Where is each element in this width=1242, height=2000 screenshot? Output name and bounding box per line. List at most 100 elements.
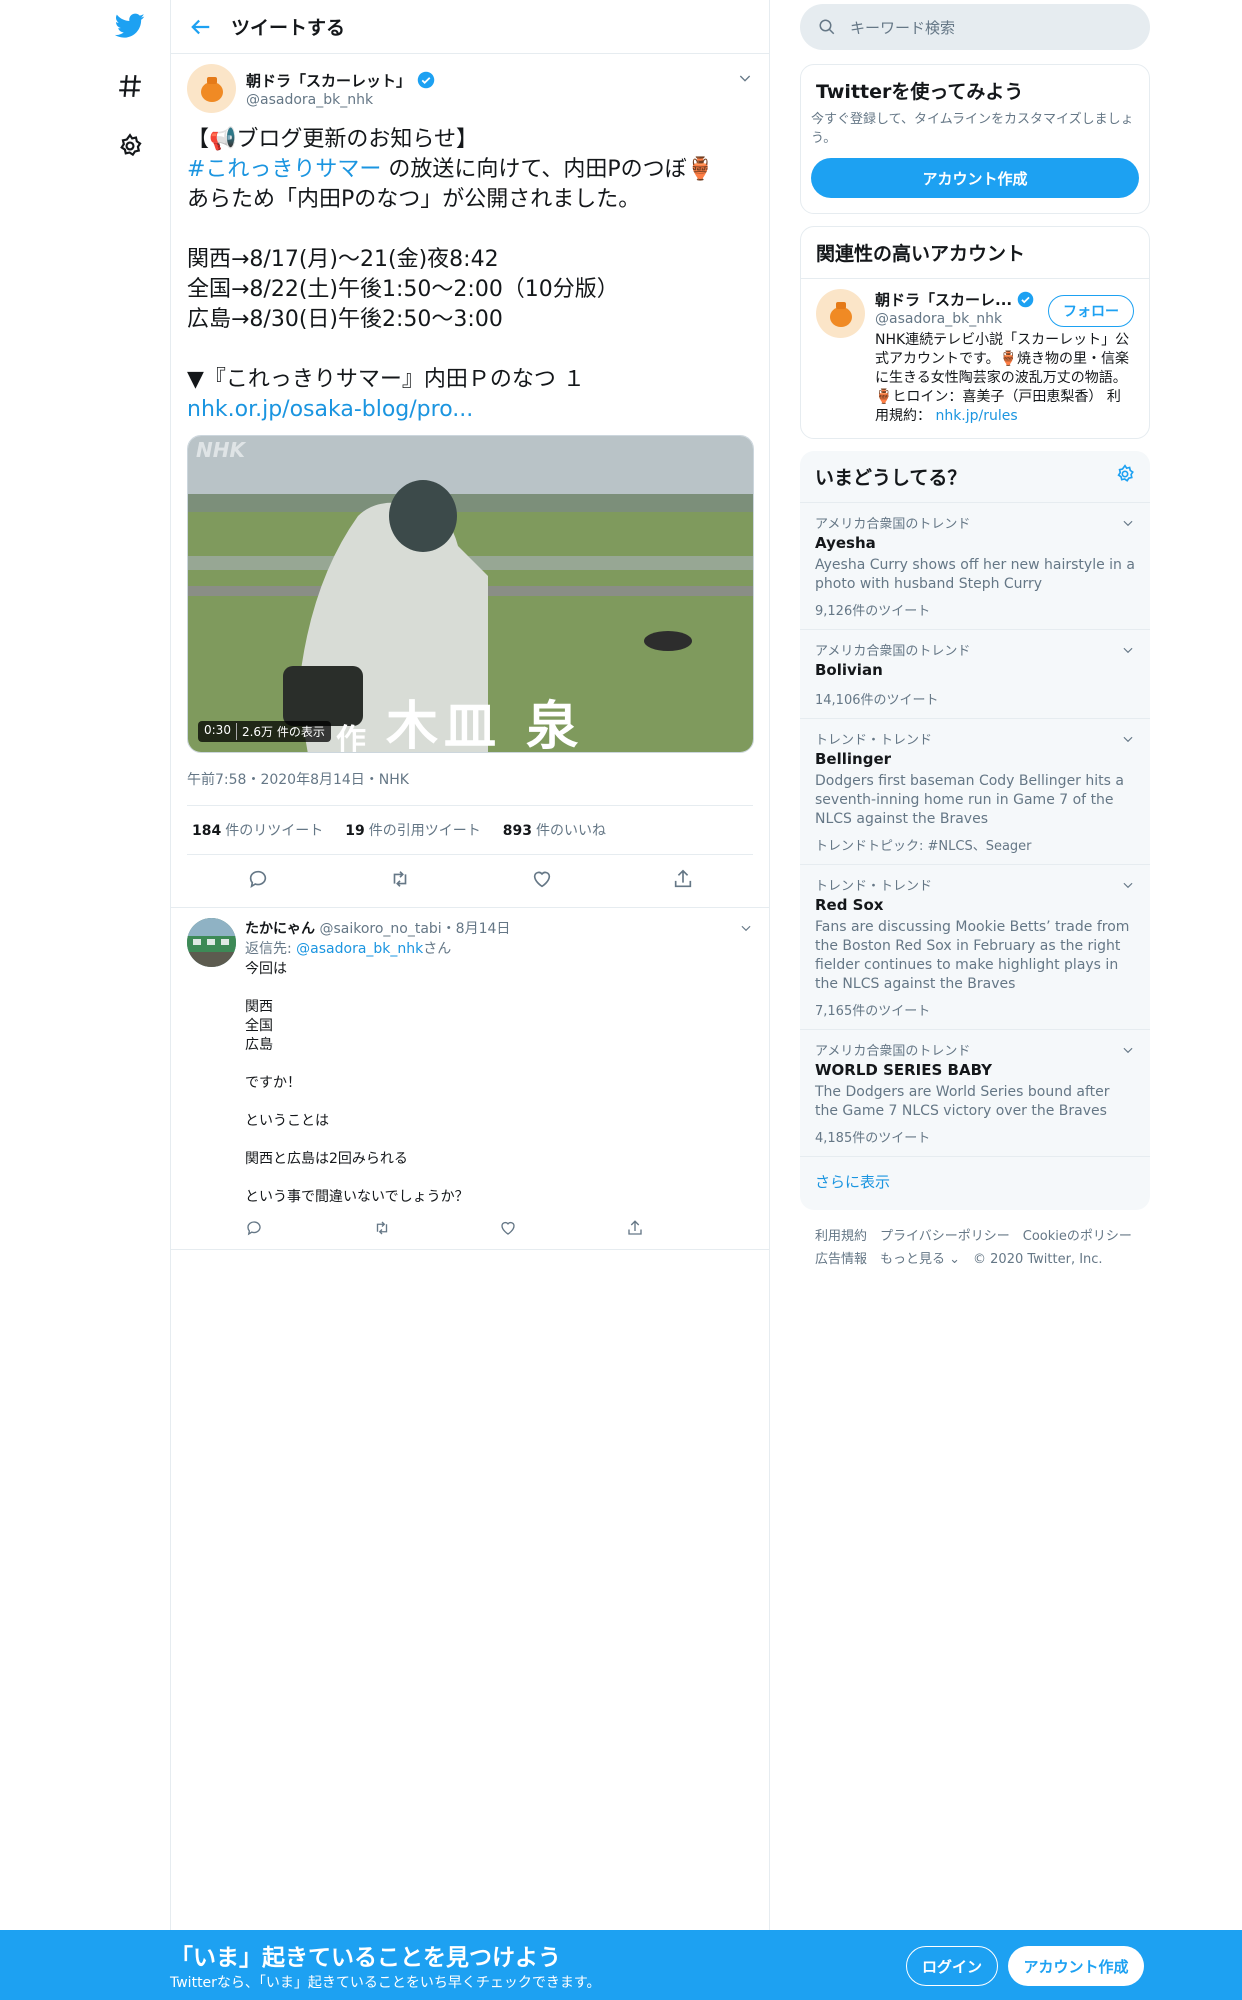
avatar[interactable] <box>187 64 236 113</box>
verified-badge-icon <box>1017 291 1034 308</box>
trend-item[interactable]: アメリカ合衆国のトレンド WORLD SERIES BABY The Dodge… <box>800 1029 1150 1156</box>
chevron-down-icon[interactable] <box>1121 877 1135 896</box>
chevron-down-icon[interactable] <box>737 70 753 90</box>
explore-hashtag-icon[interactable] <box>110 66 150 106</box>
retweet-icon[interactable] <box>372 1219 499 1241</box>
signup-card: Twitterを使ってみよう 今すぐ登録して、タイムラインをカスタマイズしましょ… <box>800 64 1150 214</box>
trend-stat: 4,185件のツイート <box>815 1131 931 1146</box>
reply-date[interactable]: ・8月14日 <box>442 921 511 937</box>
tweet-actions <box>187 855 753 907</box>
reply-author-name[interactable]: たかにゃん <box>245 921 315 937</box>
tweet-line-2b: あらため「内田Pのなつ」が公開されました。 <box>187 187 641 212</box>
verified-badge-icon <box>417 71 435 89</box>
tweet-stats: 184 件のリツイート 19 件の引用ツイート 893 件のいいね <box>187 806 753 855</box>
settings-gear-icon[interactable] <box>110 126 150 166</box>
share-icon[interactable] <box>672 868 694 894</box>
trend-name: Bolivian <box>815 661 883 679</box>
main-column: ツイートする 朝ドラ「スカーレット」 @asadora_bk_nhk 【📢ブログ… <box>170 0 770 1930</box>
rules-link[interactable]: nhk.jp/rules <box>935 408 1017 424</box>
like-heart-icon[interactable] <box>531 868 553 894</box>
signup-title: Twitterを使ってみよう <box>816 81 1024 103</box>
chevron-down-icon[interactable] <box>1121 731 1135 750</box>
related-title: 関連性の高いアカウント <box>801 227 1149 279</box>
pot-icon <box>200 76 223 102</box>
chevron-down-icon[interactable] <box>1121 1042 1135 1061</box>
related-name[interactable]: 朝ドラ「スカーレ... <box>875 289 1012 310</box>
reply-to-suffix: さん <box>423 941 452 957</box>
trends-card: いまどうしてる？ アメリカ合衆国のトレンド Ayesha Ayesha Curr… <box>800 451 1150 1210</box>
trend-stat: 9,126件のツイート <box>815 604 931 619</box>
pot-icon <box>829 301 852 327</box>
search-bar[interactable]: キーワード検索 <box>800 4 1150 50</box>
trend-name: Bellinger <box>815 750 892 768</box>
author-name[interactable]: 朝ドラ「スカーレット」 <box>246 70 411 91</box>
video-info-pill: 0:30 2.6万 件の表示 <box>198 721 331 742</box>
chevron-down-icon[interactable] <box>1121 515 1135 534</box>
avatar[interactable] <box>187 918 236 967</box>
video-player[interactable]: NHK 作 木皿 泉 0:30 2.6万 件の表示 <box>187 435 754 753</box>
search-icon <box>819 19 835 35</box>
trend-item[interactable]: トレンド・トレンド Bellinger Dodgers first basema… <box>800 718 1150 864</box>
trend-description: Fans are discussing Mookie Betts’ trade … <box>815 919 1130 992</box>
signup-description: 今すぐ登録して、タイムラインをカスタマイズしましょう。 <box>811 112 1134 146</box>
trend-name: WORLD SERIES BABY <box>815 1061 993 1079</box>
reply-actions <box>245 1217 753 1243</box>
related-accounts-card: 関連性の高いアカウント 朝ドラ「スカーレ... @asadora_bk_nhk … <box>800 226 1150 439</box>
trend-name: Red Sox <box>815 896 884 914</box>
banner-title: 「いま」起きていることを見つけよう <box>170 1945 561 1971</box>
trend-item[interactable]: トレンド・トレンド Red Sox Fans are discussing Mo… <box>800 864 1150 1029</box>
trend-item[interactable]: アメリカ合衆国のトレンド Bolivian 14,106件のツイート <box>800 629 1150 718</box>
retweet-icon[interactable] <box>388 868 412 894</box>
footer-line-2[interactable]: 広告情報 もっと見る ⌄ © 2020 Twitter, Inc. <box>815 1248 1135 1271</box>
banner-signup-button[interactable]: アカウント作成 <box>1008 1946 1144 1986</box>
reply-to-handle-link[interactable]: @asadora_bk_nhk <box>296 941 423 957</box>
reply-to-prefix: 返信先: <box>245 941 297 957</box>
trend-description: The Dodgers are World Series bound after… <box>815 1084 1110 1119</box>
author-handle[interactable]: @asadora_bk_nhk <box>246 92 435 108</box>
trends-title: いまどうしてる？ <box>800 451 1150 502</box>
trend-context: アメリカ合衆国のトレンド <box>815 1044 971 1059</box>
trend-context: アメリカ合衆国のトレンド <box>815 644 971 659</box>
create-account-button[interactable]: アカウント作成 <box>811 158 1139 198</box>
trends-settings-gear-icon[interactable] <box>1115 464 1135 489</box>
reply-icon[interactable] <box>245 1219 372 1241</box>
login-button[interactable]: ログイン <box>906 1946 998 1986</box>
reply-tweet[interactable]: たかにゃん @saikoro_no_tabi・8月14日 返信先: @asado… <box>171 907 769 1250</box>
banner-subtitle: Twitterなら、「いま」起きていることをいち早くチェックできます。 <box>170 1975 601 1991</box>
avatar[interactable] <box>816 289 865 338</box>
twitter-logo-icon[interactable] <box>110 6 150 46</box>
main-tweet: 朝ドラ「スカーレット」 @asadora_bk_nhk 【📢ブログ更新のお知らせ… <box>171 54 769 907</box>
reply-to: 返信先: @asadora_bk_nhkさん <box>245 938 753 958</box>
reply-header: たかにゃん @saikoro_no_tabi・8月14日 <box>245 918 753 938</box>
reply-text: 今回は 関西 全国 広島 ですか！ ということは 関西と広島は2回みられる とい… <box>245 961 469 1205</box>
trend-name: Ayesha <box>815 534 876 552</box>
follow-button[interactable]: フォロー <box>1048 295 1134 327</box>
show-more-link[interactable]: さらに表示 <box>800 1156 1150 1210</box>
broadcast-schedule: 関西→8/17(月)～21(金)夜8:42 全国→8/22(土)午後1:50～2… <box>187 247 619 332</box>
footer-links: 利用規約 プライバシーポリシー Cookieのポリシー 広告情報 もっと見る ⌄… <box>800 1210 1150 1286</box>
tweet-text: 【📢ブログ更新のお知らせ】 #これっきりサマー の放送に向けて、内田Pのつぼ🏺 … <box>187 125 753 425</box>
video-caption-small: 作 <box>336 723 372 753</box>
tweet-line-2a: の放送に向けて、内田Pのつぼ🏺 <box>381 157 714 182</box>
trend-item[interactable]: アメリカ合衆国のトレンド Ayesha Ayesha Curry shows o… <box>800 502 1150 629</box>
chevron-down-icon[interactable] <box>739 920 753 939</box>
reply-icon[interactable] <box>247 868 269 894</box>
back-arrow-icon[interactable] <box>171 16 231 38</box>
footer-line-1[interactable]: 利用規約 プライバシーポリシー Cookieのポリシー <box>815 1225 1135 1248</box>
related-account[interactable]: 朝ドラ「スカーレ... @asadora_bk_nhk NHK連続テレビ小説「ス… <box>801 279 1149 438</box>
hashtag-link[interactable]: #これっきりサマー <box>187 157 381 182</box>
trend-context: アメリカ合衆国のトレンド <box>815 517 971 532</box>
chevron-down-icon[interactable] <box>1121 642 1135 661</box>
like-heart-icon[interactable] <box>499 1219 626 1241</box>
quote-count[interactable]: 19 件の引用ツイート <box>345 820 480 840</box>
blog-link[interactable]: nhk.or.jp/osaka-blog/pro... <box>187 397 473 422</box>
trends-title-text: いまどうしてる？ <box>815 467 967 489</box>
share-icon[interactable] <box>626 1219 753 1241</box>
search-input[interactable]: キーワード検索 <box>850 17 955 38</box>
page-title: ツイートする <box>231 17 346 39</box>
video-views: 2.6万 件の表示 <box>241 725 325 739</box>
like-count[interactable]: 893 件のいいね <box>503 820 606 840</box>
reply-author-handle[interactable]: @saikoro_no_tabi <box>319 921 441 937</box>
tweet-meta[interactable]: 午前7:58・2020年8月14日・NHK <box>187 769 753 806</box>
retweet-count[interactable]: 184 件のリツイート <box>192 820 323 840</box>
